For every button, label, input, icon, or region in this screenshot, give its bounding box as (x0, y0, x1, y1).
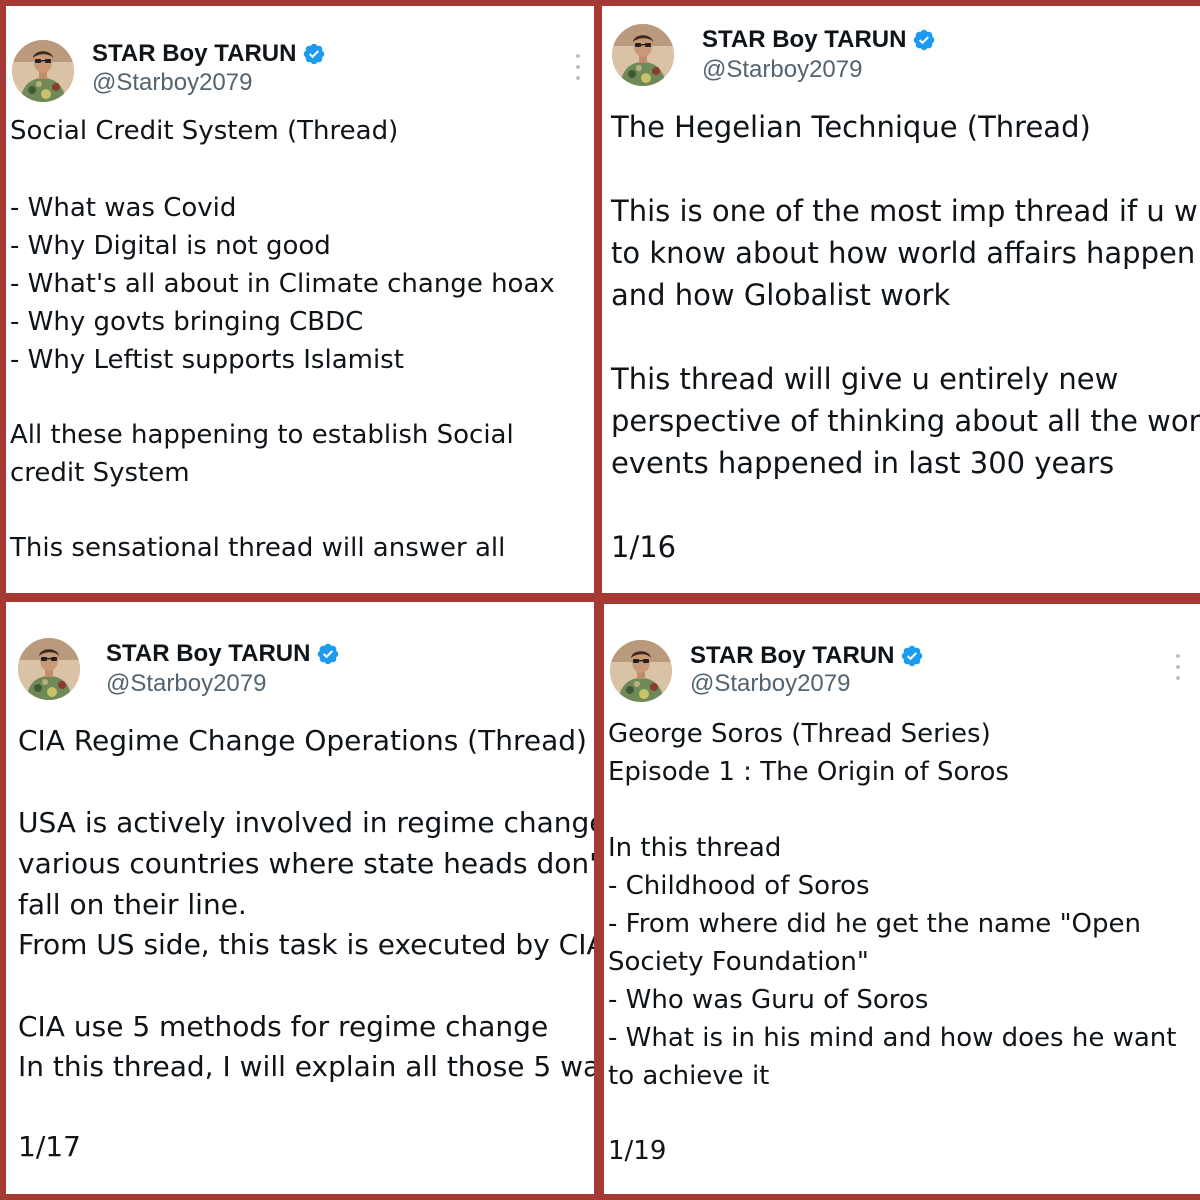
tweet-text-line: CIA use 5 methods for regime change (18, 1010, 549, 1043)
tweet-text-line: to achieve it (608, 1061, 770, 1091)
verified-badge-icon (302, 42, 326, 66)
author-name[interactable]: STAR Boy TARUN (690, 642, 894, 670)
avatar[interactable] (610, 640, 672, 702)
tweet-text-line: This is one of the most imp thread if u … (611, 194, 1198, 228)
tweet-title: Social Credit System (Thread) (10, 116, 399, 146)
tweet-george-soros[interactable]: STAR Boy TARUN @Starboy2079 George Soros… (604, 604, 1200, 1194)
more-options-icon[interactable] (1174, 654, 1182, 680)
author-name[interactable]: STAR Boy TARUN (92, 40, 296, 68)
tweet-text-line: - From where did he get the name "Open (608, 909, 1141, 939)
tweet-text-line: - Who was Guru of Soros (608, 985, 929, 1015)
tweet-text-line: events happened in last 300 years (611, 446, 1115, 480)
author-name[interactable]: STAR Boy TARUN (702, 26, 906, 54)
verified-badge-icon (316, 642, 340, 666)
author-name[interactable]: STAR Boy TARUN (106, 640, 310, 668)
avatar[interactable] (12, 40, 74, 102)
tweet-text-line: and how Globalist work (611, 278, 951, 312)
author-name-row: STAR Boy TARUN (106, 640, 340, 668)
tweet-cia-regime-change[interactable]: STAR Boy TARUN @Starboy2079 CIA Regime C… (6, 602, 594, 1194)
tweet-title: CIA Regime Change Operations (Thread) (18, 724, 587, 757)
avatar[interactable] (612, 24, 674, 86)
tweet-text-line: This thread will give u entirely new (611, 362, 1119, 396)
tweet-text-line: fall on their line. (18, 888, 247, 921)
thread-counter: 1/17 (18, 1130, 81, 1163)
tweet-text-line: - What was Covid (10, 193, 237, 223)
thread-counter: 1/16 (611, 530, 677, 564)
tweet-social-credit[interactable]: STAR Boy TARUN @Starboy2079 Social Credi… (6, 6, 594, 593)
more-options-icon[interactable] (574, 54, 582, 80)
tweet-text-line: In this thread (608, 833, 782, 863)
tweet-text-line: credit System (10, 458, 190, 488)
author-name-row: STAR Boy TARUN (92, 40, 326, 68)
tweet-text-line: From US side, this task is executed by C… (18, 928, 594, 961)
avatar[interactable] (18, 638, 80, 700)
tweet-text-line: In this thread, I will explain all those… (18, 1050, 594, 1083)
tweet-text-line: - What is in his mind and how does he wa… (608, 1023, 1177, 1053)
tweet-text-line: - Why govts bringing CBDC (10, 307, 364, 337)
verified-badge-icon (900, 644, 924, 668)
thread-counter: 1/19 (608, 1136, 667, 1166)
author-handle[interactable]: @Starboy2079 (702, 56, 862, 84)
tweet-text-line: - What's all about in Climate change hoa… (10, 269, 555, 299)
tweet-text-line: - Why Digital is not good (10, 231, 331, 261)
tweet-text-line: Society Foundation" (608, 947, 869, 977)
tweet-title: The Hegelian Technique (Thread) (611, 110, 1091, 144)
tweet-text-line: All these happening to establish Social (10, 420, 514, 450)
tweet-text-line: This sensational thread will answer all (10, 533, 506, 563)
tweet-text-line: Episode 1 : The Origin of Soros (608, 757, 1009, 787)
author-handle[interactable]: @Starboy2079 (92, 69, 252, 97)
author-handle[interactable]: @Starboy2079 (690, 670, 850, 698)
tweet-text-line: - Childhood of Soros (608, 871, 870, 901)
tweet-text-line: various countries where state heads don' (18, 847, 594, 880)
author-name-row: STAR Boy TARUN (690, 642, 924, 670)
tweet-hegelian-technique[interactable]: STAR Boy TARUN @Starboy2079 The Hegelian… (602, 6, 1200, 593)
verified-badge-icon (912, 28, 936, 52)
tweet-text-line: to know about how world affairs happen (611, 236, 1196, 270)
tweet-text-line: USA is actively involved in regime chang… (18, 806, 594, 839)
tweet-text-line: perspective of thinking about all the wo… (611, 404, 1200, 438)
author-handle[interactable]: @Starboy2079 (106, 670, 266, 698)
tweet-title: George Soros (Thread Series) (608, 719, 991, 749)
tweet-text-line: - Why Leftist supports Islamist (10, 345, 404, 375)
author-name-row: STAR Boy TARUN (702, 26, 936, 54)
